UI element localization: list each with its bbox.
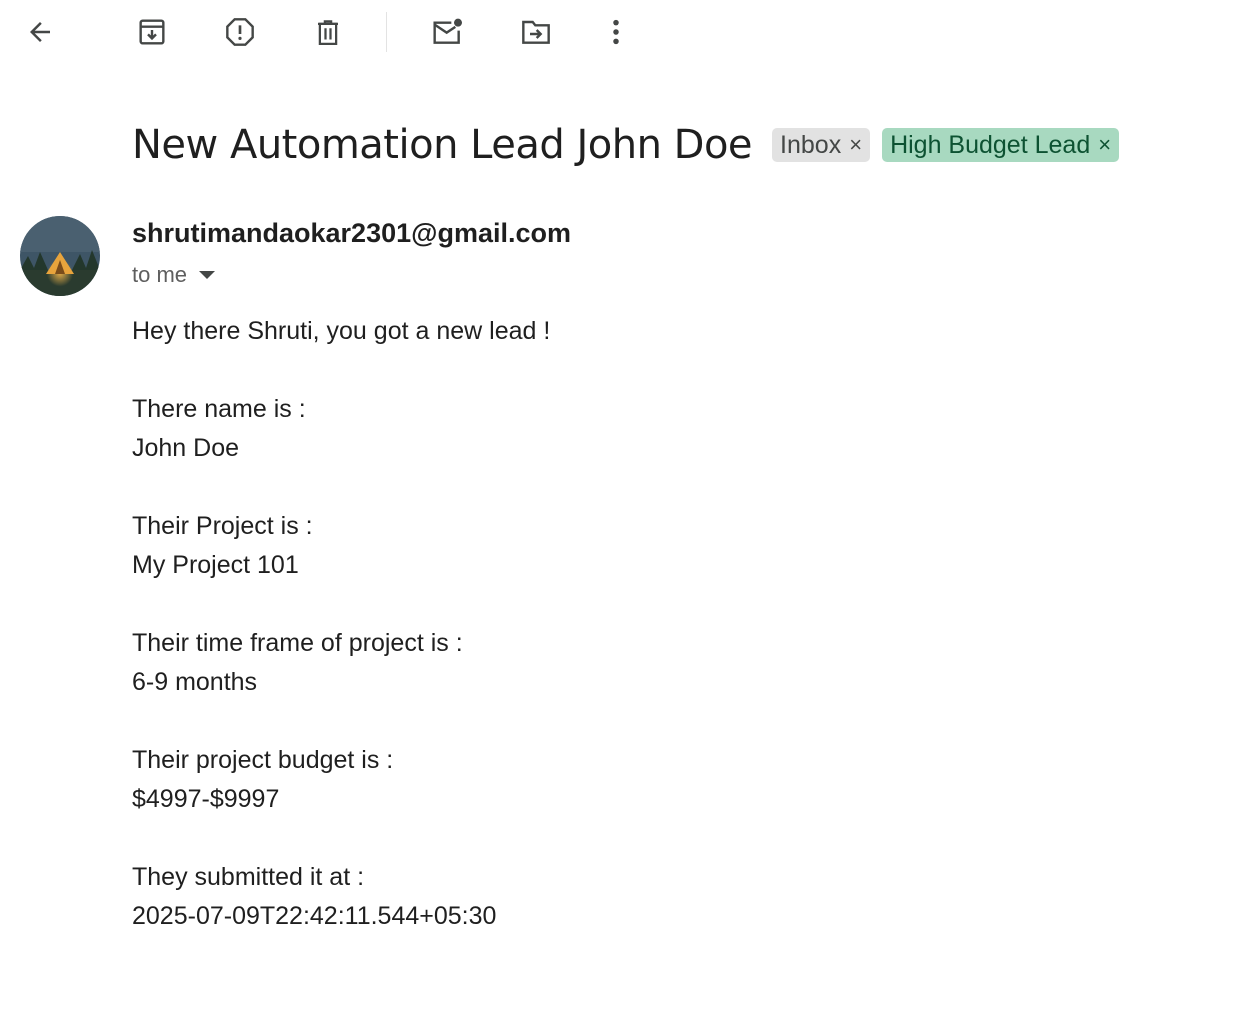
label-text: Inbox	[780, 130, 842, 159]
remove-label-icon[interactable]: ×	[849, 134, 862, 156]
recipient-text: to me	[132, 262, 188, 287]
email-subject: New Automation Lead John Doe	[132, 122, 753, 168]
name-value: John Doe	[132, 434, 240, 462]
label-chip-inbox[interactable]: Inbox ×	[772, 128, 871, 162]
chevron-down-icon[interactable]	[199, 271, 216, 279]
more-options-button[interactable]	[594, 10, 638, 54]
delete-icon	[318, 20, 338, 45]
back-arrow-icon	[30, 22, 50, 42]
recipient-details-toggle[interactable]: to me	[132, 262, 216, 288]
report-spam-icon	[226, 18, 254, 46]
timeframe-value: 6-9 months	[132, 668, 258, 696]
label-text: High Budget Lead	[890, 130, 1091, 159]
email-body: Hey there Shruti, you got a new lead ! T…	[132, 312, 550, 936]
avatar-tent-image	[20, 216, 100, 296]
back-button[interactable]	[18, 10, 62, 54]
toolbar-divider	[386, 12, 387, 52]
label-chip-high-budget-lead[interactable]: High Budget Lead ×	[882, 128, 1120, 162]
more-vert-icon	[613, 19, 619, 45]
name-label: There name is :	[132, 395, 306, 423]
mark-unread-icon	[433, 18, 462, 44]
mark-unread-button[interactable]	[426, 10, 470, 54]
budget-value: $4997-$9997	[132, 785, 280, 813]
submitted-label: They submitted it at :	[132, 863, 365, 891]
move-to-button[interactable]	[514, 10, 558, 54]
submitted-value: 2025-07-09T22:42:11.544+05:30	[132, 902, 497, 930]
project-value: My Project 101	[132, 551, 299, 579]
timeframe-label: Their time frame of project is :	[132, 629, 463, 657]
archive-button[interactable]	[130, 10, 174, 54]
delete-button[interactable]	[306, 10, 350, 54]
sender-avatar[interactable]	[20, 216, 100, 296]
project-label: Their Project is :	[132, 512, 313, 540]
remove-label-icon[interactable]: ×	[1098, 134, 1111, 156]
email-view: New Automation Lead John Doe Inbox × Hig…	[0, 0, 1254, 1016]
greeting-text: Hey there Shruti, you got a new lead !	[132, 317, 551, 345]
archive-icon	[139, 19, 165, 45]
report-spam-button[interactable]	[218, 10, 262, 54]
sender-email[interactable]: shrutimandaokar2301@gmail.com	[132, 218, 571, 249]
budget-label: Their project budget is :	[132, 746, 394, 774]
move-to-icon	[522, 20, 550, 44]
subject-row: New Automation Lead John Doe Inbox × Hig…	[132, 122, 1131, 168]
